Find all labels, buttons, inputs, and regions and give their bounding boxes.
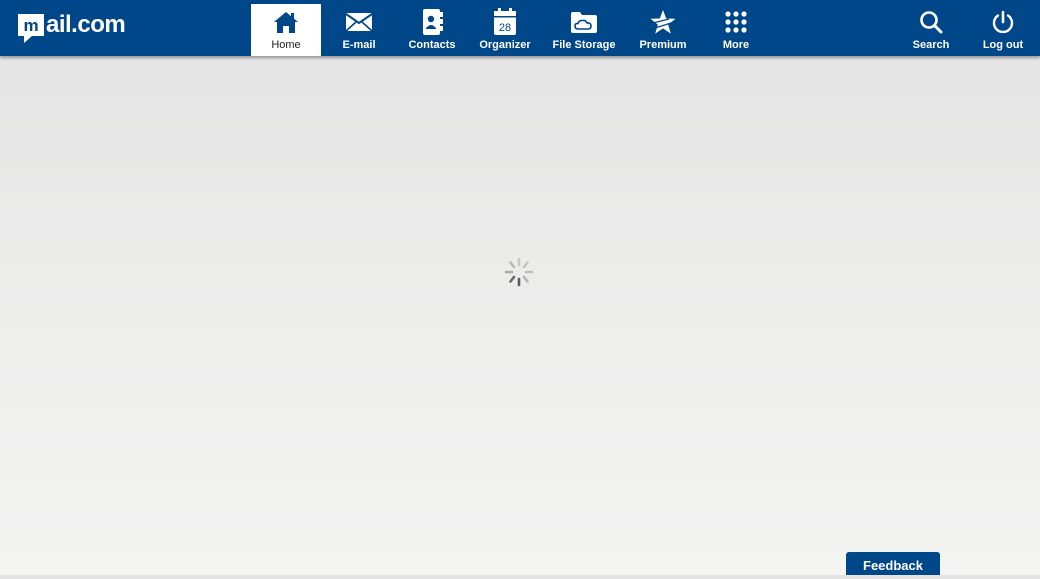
nav-more[interactable]: More <box>701 4 771 56</box>
feedback-button[interactable]: Feedback <box>846 552 940 575</box>
loading-spinner-icon <box>504 257 534 287</box>
nav-search[interactable]: Search <box>896 4 966 56</box>
star-icon <box>649 9 677 35</box>
logo-m-icon: m <box>18 14 44 43</box>
calendar-icon: 28 <box>493 8 517 35</box>
grid-dots-icon <box>724 9 748 35</box>
envelope-icon <box>345 9 373 35</box>
home-icon <box>273 9 299 35</box>
nav-logout-label: Log out <box>982 39 1024 51</box>
logo-text: ail.com <box>46 11 126 38</box>
power-icon <box>991 9 1015 35</box>
svg-text:m: m <box>23 16 38 35</box>
mailcom-logo[interactable]: m ail.com <box>16 10 126 46</box>
cloud-folder-icon <box>570 9 598 35</box>
nav-file-storage[interactable]: File Storage <box>548 4 620 56</box>
nav-contacts-label: Contacts <box>408 39 456 51</box>
nav-email-label: E-mail <box>342 39 376 51</box>
nav-file-storage-label: File Storage <box>552 39 616 51</box>
search-icon <box>919 9 943 35</box>
nav-premium-label: Premium <box>639 39 687 51</box>
nav-organizer-label: Organizer <box>479 39 531 51</box>
nav-premium[interactable]: Premium <box>628 4 698 56</box>
nav-email[interactable]: E-mail <box>324 4 394 56</box>
nav-home-label: Home <box>271 39 301 51</box>
nav-search-label: Search <box>912 39 950 51</box>
nav-contacts[interactable]: Contacts <box>397 4 467 56</box>
nav-more-label: More <box>722 39 750 51</box>
nav-home[interactable]: Home <box>251 4 321 56</box>
nav-logout[interactable]: Log out <box>968 4 1038 56</box>
contacts-book-icon <box>420 9 444 35</box>
nav-organizer[interactable]: 28 Organizer <box>470 4 540 56</box>
svg-text:28: 28 <box>499 22 511 34</box>
top-navigation-bar: m ail.com Home E-mail Contacts 28 Organi… <box>0 0 1040 56</box>
